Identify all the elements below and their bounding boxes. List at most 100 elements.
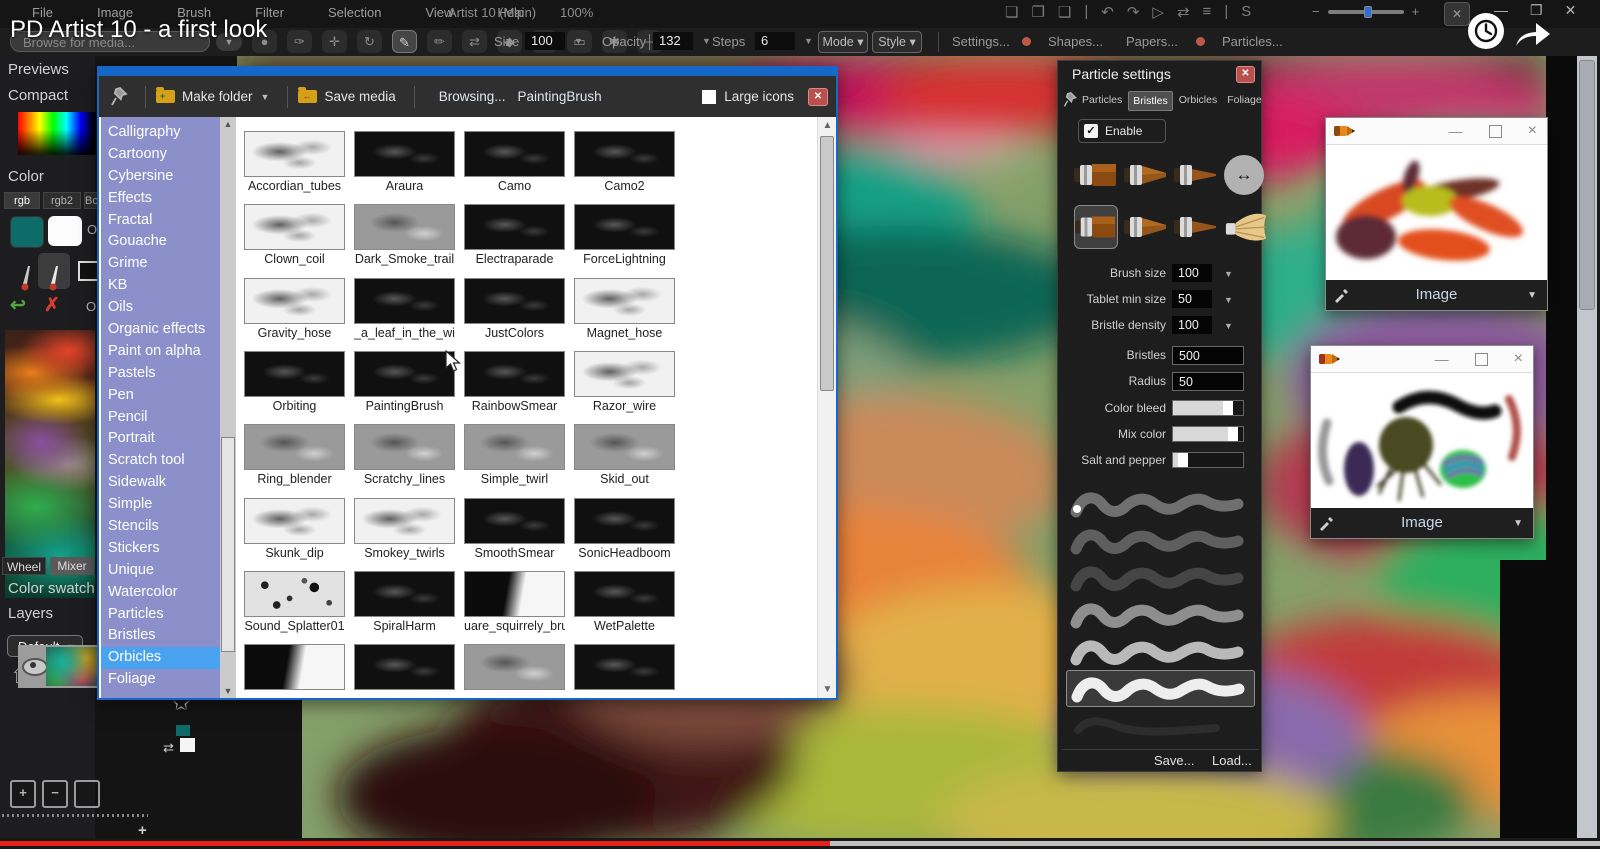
chevron-down-icon[interactable]: ▼ xyxy=(1224,295,1233,305)
category-simple[interactable]: Simple xyxy=(101,494,220,516)
brush-thumbnail[interactable] xyxy=(244,131,345,177)
brush-item-WetPalette[interactable]: WetPalette xyxy=(574,571,675,633)
brush-item-Razor_wire[interactable]: Razor_wire xyxy=(574,351,675,413)
brush-thumbnail[interactable] xyxy=(574,424,675,470)
undo-stroke-icon[interactable]: ↩ xyxy=(10,294,26,317)
scroll-down-icon[interactable]: ▼ xyxy=(220,686,236,696)
brush-thumbnail[interactable] xyxy=(464,351,565,397)
settings-button[interactable]: Settings... xyxy=(952,34,1010,49)
remove-layer-icon[interactable]: − xyxy=(42,780,68,808)
category-calligraphy[interactable]: Calligraphy xyxy=(101,122,220,144)
category-cartoony[interactable]: Cartoony xyxy=(101,144,220,166)
category-stencils[interactable]: Stencils xyxy=(101,516,220,538)
brush-item-ForceLightning[interactable]: ForceLightning xyxy=(574,204,675,266)
brush-thumbnail[interactable] xyxy=(574,351,675,397)
particles-button[interactable]: Particles... xyxy=(1222,34,1283,49)
brush-item-SpiralHarm[interactable]: SpiralHarm xyxy=(354,571,455,633)
maximize-icon[interactable] xyxy=(1489,125,1502,138)
zoom-slider-thumb[interactable] xyxy=(1364,6,1372,18)
brush-thumbnail[interactable] xyxy=(244,204,345,250)
brush-item-Skunk_dip[interactable]: Skunk_dip xyxy=(244,498,345,560)
window-title-bar[interactable]: — × xyxy=(1311,346,1533,373)
opacity-value[interactable]: 132 xyxy=(653,32,693,50)
category-orbicles[interactable]: Orbicles xyxy=(101,647,220,669)
category-organic-effects[interactable]: Organic effects xyxy=(101,319,220,341)
eyedropper-active-icon[interactable] xyxy=(44,256,62,296)
image-selector-bar[interactable]: Image ▼ xyxy=(1311,508,1533,538)
category-pastels[interactable]: Pastels xyxy=(101,363,220,385)
rotate-tool-icon[interactable]: ↻ xyxy=(357,30,382,53)
brush-item[interactable] xyxy=(354,644,455,690)
opacity-dropdown-icon[interactable]: ▼ xyxy=(702,36,711,46)
field-value[interactable]: 50 xyxy=(1172,290,1212,308)
brush-thumbnail[interactable] xyxy=(244,571,345,617)
brush-thumbnail[interactable] xyxy=(574,204,675,250)
hand-tool-icon[interactable]: ✛ xyxy=(322,30,347,53)
stroke-preset[interactable] xyxy=(1066,559,1255,596)
brush-preset-selected[interactable] xyxy=(1074,205,1118,249)
image-canvas[interactable] xyxy=(1311,373,1531,508)
category-grime[interactable]: Grime xyxy=(101,253,220,275)
zoom-out-icon[interactable]: − xyxy=(1312,4,1320,19)
brush-thumbnail[interactable] xyxy=(464,571,565,617)
menu-item-selection[interactable]: Selection xyxy=(328,5,381,20)
brush-thumbnail[interactable] xyxy=(574,571,675,617)
brush-item-Accordian_tubes[interactable]: Accordian_tubes xyxy=(244,131,345,193)
secondary-color-swatch[interactable] xyxy=(10,216,44,248)
layer-thumbnail[interactable] xyxy=(46,647,102,686)
brush-thumbnail[interactable] xyxy=(354,424,455,470)
scroll-down-icon[interactable]: ▼ xyxy=(818,684,837,695)
brush-item-Sound_Splatter01[interactable]: Sound_Splatter01 xyxy=(244,571,345,633)
field-input[interactable]: 50 xyxy=(1172,372,1244,391)
brush-thumbnail[interactable] xyxy=(574,498,675,544)
image-canvas[interactable] xyxy=(1326,145,1545,280)
brush-item-Dark_Smoke_trail[interactable]: Dark_Smoke_trail xyxy=(354,204,455,266)
brush-item-_a_leaf_in_the_wi[interactable]: _a_leaf_in_the_wi xyxy=(354,278,455,340)
scroll-up-icon[interactable]: ▲ xyxy=(818,120,837,131)
brush-item-SmoothSmear[interactable]: SmoothSmear xyxy=(464,498,565,560)
redo-icon[interactable]: ↷ xyxy=(1127,3,1140,21)
share-icon[interactable] xyxy=(1512,16,1554,55)
brush-thumbnail[interactable] xyxy=(464,498,565,544)
background-color-chip[interactable] xyxy=(180,738,195,752)
steps-dropdown-icon[interactable]: ▼ xyxy=(804,36,813,46)
s-icon[interactable]: S xyxy=(1241,3,1251,21)
enable-checkbox[interactable]: ✓ xyxy=(1084,124,1098,138)
particle-tab-particles[interactable]: Particles xyxy=(1078,91,1126,111)
brush-item-SonicHeadboom[interactable]: SonicHeadboom xyxy=(574,498,675,560)
brush-item-Skid_out[interactable]: Skid_out xyxy=(574,424,675,486)
size-dropdown-icon[interactable]: ▼ xyxy=(574,36,583,46)
brush-item-Araura[interactable]: Araura xyxy=(354,131,455,193)
particle-tab-orbicles[interactable]: Orbicles xyxy=(1175,91,1222,111)
enable-checkbox-group[interactable]: ✓ Enable xyxy=(1078,119,1166,143)
hue-gradient-picker[interactable] xyxy=(18,112,96,155)
window-title-bar[interactable]: — × xyxy=(1326,118,1547,145)
category-effects[interactable]: Effects xyxy=(101,188,220,210)
tools-icon[interactable]: ✕ xyxy=(1444,2,1470,26)
canvas-vertical-scrollbar[interactable] xyxy=(1577,56,1597,838)
brush-thumbnail[interactable] xyxy=(464,644,565,690)
category-sidewalk[interactable]: Sidewalk xyxy=(101,472,220,494)
save-button[interactable]: Save... xyxy=(1154,753,1194,768)
maximize-icon[interactable] xyxy=(1475,353,1488,366)
field-slider[interactable] xyxy=(1172,452,1244,468)
brush-thumbnail[interactable] xyxy=(574,131,675,177)
tab-rgb[interactable]: rgb xyxy=(4,192,40,209)
brush-item[interactable] xyxy=(244,644,345,690)
style-dropdown[interactable]: Style ▾ xyxy=(872,31,922,53)
primary-color-swatch[interactable] xyxy=(48,216,82,246)
category-oils[interactable]: Oils xyxy=(101,297,220,319)
brush-thumbnail[interactable] xyxy=(354,204,455,250)
minimize-icon[interactable]: — xyxy=(1435,351,1449,367)
list-icon[interactable]: ≡ xyxy=(1203,3,1212,21)
brush-thumbnail[interactable] xyxy=(464,278,565,324)
brush-thumbnail[interactable] xyxy=(354,131,455,177)
brush-thumbnail[interactable] xyxy=(354,278,455,324)
make-folder-dropdown-icon[interactable]: ▼ xyxy=(261,92,270,102)
brush-thumbnail[interactable] xyxy=(354,571,455,617)
brush-preset[interactable] xyxy=(1124,205,1168,249)
brush-item-Scratchy_lines[interactable]: Scratchy_lines xyxy=(354,424,455,486)
brush-thumbnail[interactable] xyxy=(354,351,455,397)
brush-item-Clown_coil[interactable]: Clown_coil xyxy=(244,204,345,266)
category-kb[interactable]: KB xyxy=(101,275,220,297)
